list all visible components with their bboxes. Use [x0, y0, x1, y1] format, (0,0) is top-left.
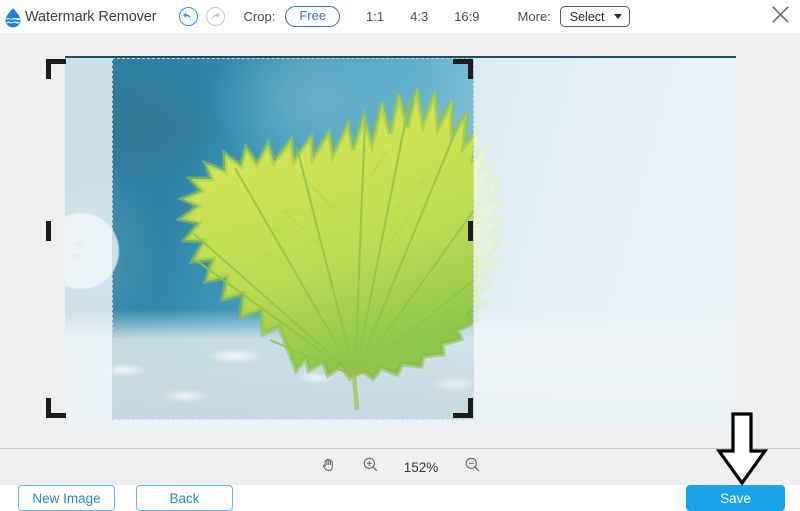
crop-ratio-options: Free 1:1 4:3 16:9	[285, 6, 479, 28]
crop-handle-top-right-v[interactable]	[468, 59, 473, 79]
crop-handle-middle-left[interactable]	[46, 221, 51, 241]
undo-redo-group	[179, 7, 225, 26]
undo-arrow-icon	[182, 11, 194, 23]
back-button[interactable]: Back	[136, 485, 233, 511]
close-button[interactable]	[766, 3, 794, 31]
crop-handle-top-left-v[interactable]	[46, 59, 51, 79]
zoom-out-button[interactable]	[462, 457, 482, 477]
crop-label: Crop:	[244, 9, 276, 24]
crop-handle-bottom-left-v[interactable]	[46, 398, 51, 418]
zoom-in-button[interactable]	[360, 457, 380, 477]
crop-option-1-1[interactable]: 1:1	[366, 9, 384, 24]
bottom-action-bar: New Image Back Save	[0, 485, 800, 511]
zoom-level-value: 152%	[402, 460, 440, 475]
crop-handle-bottom-right-v[interactable]	[468, 398, 473, 418]
zoom-in-icon	[362, 456, 379, 478]
photo-snow-texture	[65, 308, 736, 428]
top-toolbar: Watermark Remover Crop: Free 1:1 4:3 16:…	[0, 0, 800, 33]
down-arrow-annotation	[713, 411, 771, 487]
crop-option-16-9[interactable]: 16:9	[454, 9, 479, 24]
more-label: More:	[518, 9, 551, 24]
app-logo: Watermark Remover	[2, 6, 157, 28]
ghost-mark-a	[75, 241, 83, 246]
photo-preview[interactable]	[65, 56, 736, 428]
save-button[interactable]: Save	[686, 485, 785, 511]
new-image-button[interactable]: New Image	[18, 485, 115, 511]
down-arrow-annotation-icon	[713, 411, 771, 487]
redo-arrow-icon	[209, 11, 221, 23]
close-icon	[769, 3, 792, 31]
crop-option-free[interactable]: Free	[285, 6, 340, 28]
crop-handle-middle-right[interactable]	[468, 221, 473, 241]
redo-button[interactable]	[206, 7, 225, 26]
zoom-out-icon	[464, 456, 481, 478]
hand-tool-icon	[320, 456, 337, 478]
editor-canvas[interactable]	[0, 33, 800, 448]
more-select-value: Select	[570, 10, 605, 24]
water-drop-logo-icon	[2, 6, 24, 28]
ghost-mark-b	[73, 254, 81, 259]
chevron-down-icon	[614, 14, 622, 19]
crop-option-4-3[interactable]: 4:3	[410, 9, 428, 24]
zoom-toolbar: 152%	[0, 448, 800, 485]
undo-button[interactable]	[179, 7, 198, 26]
hand-tool-button[interactable]	[318, 457, 338, 477]
more-select-dropdown[interactable]: Select	[560, 6, 630, 27]
app-title: Watermark Remover	[25, 9, 157, 25]
